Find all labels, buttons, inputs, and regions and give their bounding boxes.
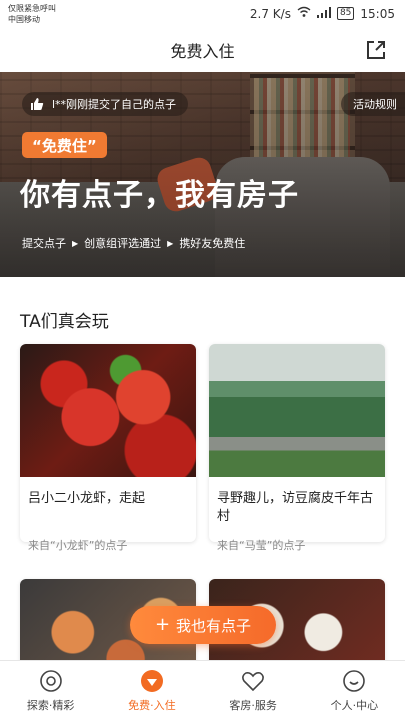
step-3: 携好友免费住 [179,237,246,250]
heart-icon [242,672,265,692]
crayfish-photo [20,344,196,477]
clock: 15:05 [360,6,395,21]
battery-indicator: 85 [336,7,355,20]
signal-icon [316,6,331,21]
idea-card[interactable]: 寻野趣儿，访豆腐皮千年古村 [209,344,385,542]
idea-card[interactable]: 吕小二小龙虾，走起 [20,344,196,542]
section-title: TA们真会玩 [20,312,109,332]
submit-idea-button[interactable]: + 我也有点子 [130,606,276,644]
navigation-bar: 免费入住 [0,28,405,72]
tab-label: 个人·中心 [330,699,379,712]
tab-label: 免费·入住 [128,699,176,712]
card-title: 吕小二小龙虾，走起 [28,491,146,506]
bottom-tab-bar: 探索·精彩 免费·入住 客房·服务 个人·中心 [0,660,405,720]
showcase-section: TA们真会玩 吕小二小龙虾，走起 寻野趣儿，访豆腐皮千年古村 [0,277,405,720]
thumbs-up-icon [31,98,44,110]
village-photo [209,344,385,477]
tab-label: 客房·服务 [229,699,277,712]
banner-headline: 你有点子，我有房子 [20,178,299,213]
network-speed: 2.7 K/s [249,6,291,21]
submit-idea-label: 我也有点子 [176,616,252,635]
carrier-text: 中国移动 [8,15,40,24]
tab-room-service[interactable]: 客房·服务 [203,661,304,720]
card-source: 来自“马莹”的点子 [217,539,306,552]
emergency-call-text: 仅限紧急呼叫 [8,4,56,13]
recent-submission-notice: l**刚刚提交了自己的点子 [22,92,189,116]
tab-profile[interactable]: 个人·中心 [304,661,405,720]
step-arrow-icon: ▶ [72,238,79,248]
page-title: 免费入住 [170,42,235,61]
step-2: 创意组评选通过 [84,237,162,250]
share-icon[interactable] [365,39,387,61]
status-bar: 仅限紧急呼叫 中国移动 2.7 K/s 85 15:05 [0,0,405,28]
step-1: 提交点子 [22,237,66,250]
status-right: 2.7 K/s 85 15:05 [250,6,395,21]
tab-free-stay[interactable]: 免费·入住 [101,661,202,720]
promo-banner[interactable]: l**刚刚提交了自己的点子 活动规则 “免费住” 你有点子，我有房子 提交点子 … [0,72,405,277]
gem-icon [140,670,163,692]
profile-icon [343,670,366,692]
notice-text: l**刚刚提交了自己的点子 [52,98,177,111]
plus-icon: + [154,614,171,635]
banner-steps: 提交点子 ▶ 创意组评选通过 ▶ 携好友免费住 [22,235,245,251]
free-stay-tag: “免费住” [22,132,107,158]
card-title: 寻野趣儿，访豆腐皮千年古村 [217,491,374,524]
step-arrow-icon: ▶ [167,238,174,248]
activity-rules-button[interactable]: 活动规则 [341,92,405,116]
card-source: 来自“小龙虾”的点子 [28,539,128,552]
wifi-icon [297,6,311,21]
explore-icon [39,670,62,692]
tab-explore[interactable]: 探索·精彩 [0,661,101,720]
tab-label: 探索·精彩 [26,699,75,712]
